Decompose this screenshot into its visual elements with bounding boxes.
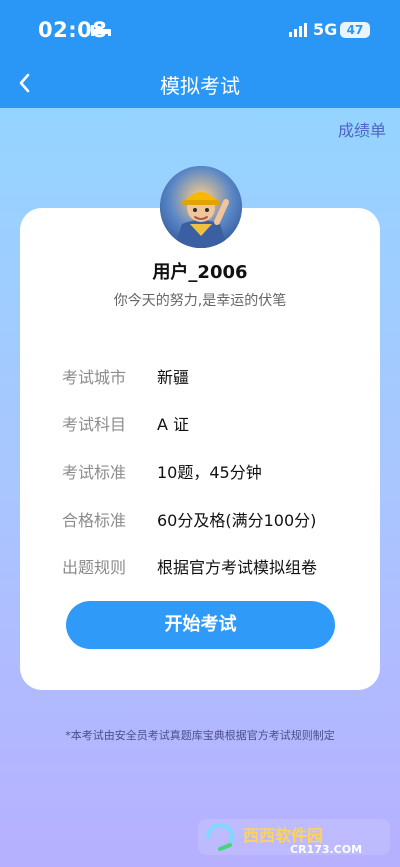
info-value: 新疆	[157, 368, 190, 387]
scorecard-link[interactable]: 成绩单	[338, 117, 386, 141]
page-title: 模拟考试	[160, 74, 240, 98]
info-row-standard: 考试标准 10题，45分钟	[62, 459, 382, 483]
info-row-pass: 合格标准 60分及格(满分100分)	[62, 507, 382, 531]
svg-text:CR173.COM: CR173.COM	[290, 843, 362, 856]
sleep-icon	[91, 25, 111, 36]
signal-icon	[289, 23, 307, 37]
info-label: 考试城市	[62, 368, 127, 387]
network-type: 5G	[313, 20, 338, 39]
avatar	[160, 166, 242, 248]
info-label: 考试科目	[62, 415, 127, 434]
status-bar: 02:08 5G 47	[0, 0, 400, 58]
start-exam-button[interactable]: 开始考试	[66, 601, 335, 649]
info-label: 合格标准	[62, 511, 127, 530]
info-label: 考试标准	[62, 463, 127, 482]
info-value: A 证	[157, 415, 190, 434]
battery-indicator: 47	[340, 22, 370, 38]
info-row-subject: 考试科目 A 证	[62, 411, 382, 435]
footer-note: *本考试由安全员考试真题库宝典根据官方考试规则制定	[65, 729, 335, 742]
info-row-city: 考试城市 新疆	[62, 364, 382, 388]
info-value: 10题，45分钟	[157, 463, 262, 482]
watermark-logo: 西西软件园 CR173.COM	[198, 819, 390, 856]
username: 用户_2006	[152, 262, 248, 283]
info-value: 60分及格(满分100分)	[157, 511, 317, 530]
info-value: 根据官方考试模拟组卷	[157, 558, 318, 577]
top-bar: 02:08 5G 47 模拟考试	[0, 0, 400, 108]
motto: 你今天的努力,是幸运的伏笔	[113, 293, 287, 309]
info-row-rule: 出题规则 根据官方考试模拟组卷	[62, 554, 382, 578]
info-label: 出题规则	[62, 558, 127, 577]
nav-bar: 模拟考试	[0, 58, 400, 108]
